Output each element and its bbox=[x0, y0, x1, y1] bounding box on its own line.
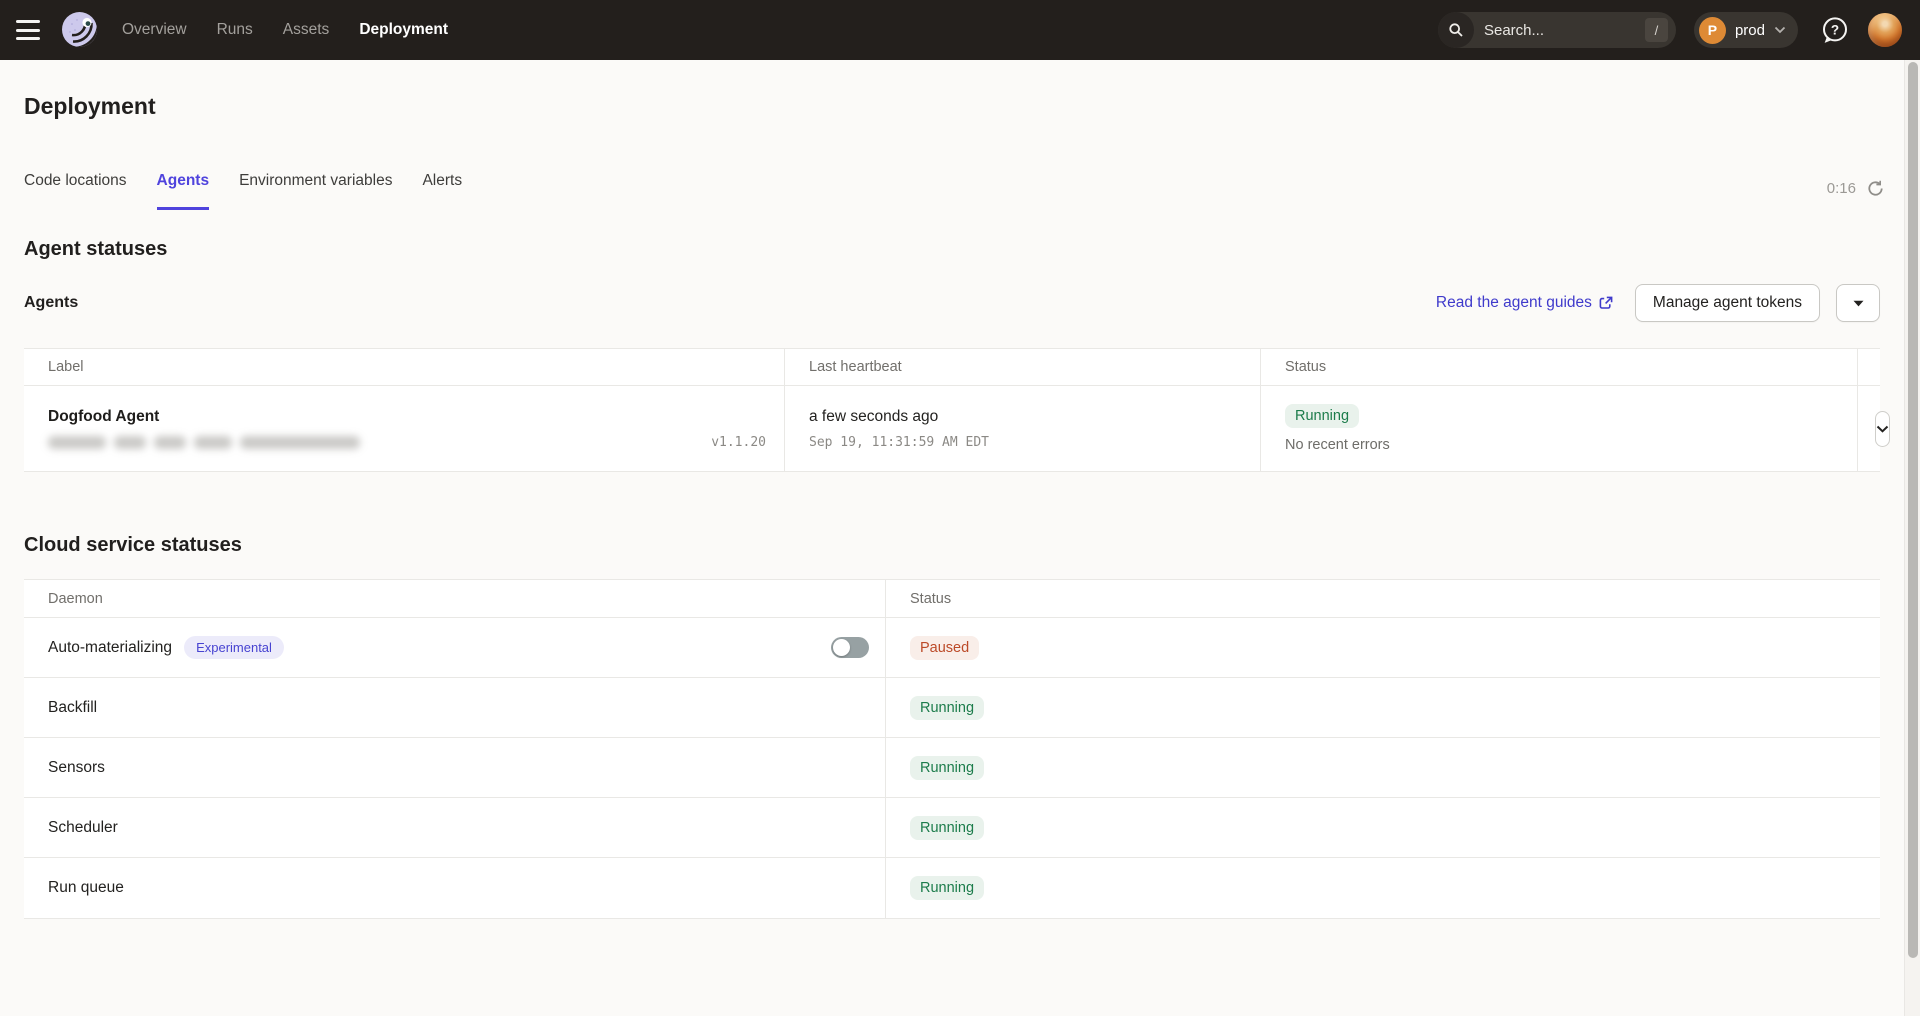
col-label: Label bbox=[24, 349, 784, 385]
deployment-switcher-label: prod bbox=[1735, 22, 1765, 39]
col-status: Status bbox=[1260, 349, 1857, 385]
daemon-status-badge: Running bbox=[910, 876, 984, 900]
chevron-down-icon bbox=[1876, 425, 1889, 433]
agents-subheading: Agents bbox=[24, 294, 78, 312]
deployment-tabs: Code locations Agents Environment variab… bbox=[24, 172, 1880, 210]
daemon-status-badge: Running bbox=[910, 816, 984, 840]
caret-down-icon bbox=[1853, 300, 1864, 307]
daemon-status-badge: Running bbox=[910, 696, 984, 720]
tab-agents[interactable]: Agents bbox=[157, 172, 210, 210]
daemon-row-auto-materializing: Auto-materializing Experimental Paused bbox=[24, 618, 1880, 678]
hamburger-icon[interactable] bbox=[16, 20, 42, 40]
daemon-row-backfill: Backfill Running bbox=[24, 678, 1880, 738]
daemon-status-badge: Running bbox=[910, 756, 984, 780]
tab-code-locations[interactable]: Code locations bbox=[24, 172, 127, 210]
agents-table: Label Last heartbeat Status Dogfood Agen… bbox=[24, 348, 1880, 472]
agent-tokens-menu-button[interactable] bbox=[1836, 284, 1880, 322]
daemon-name: Scheduler bbox=[48, 819, 118, 837]
col-last-heartbeat: Last heartbeat bbox=[784, 349, 1260, 385]
agent-guides-link[interactable]: Read the agent guides bbox=[1436, 294, 1613, 312]
daemon-row-scheduler: Scheduler Running bbox=[24, 798, 1880, 858]
refresh-timer: 0:16 bbox=[1827, 180, 1884, 197]
col-daemon: Daemon bbox=[24, 580, 885, 617]
scrollbar-track bbox=[1904, 60, 1920, 1016]
cloud-services-table: Daemon Status Auto-materializing Experim… bbox=[24, 579, 1880, 919]
tab-environment-variables[interactable]: Environment variables bbox=[239, 172, 392, 210]
daemon-name: Auto-materializing bbox=[48, 639, 172, 657]
auto-materializing-toggle[interactable] bbox=[831, 637, 869, 658]
experimental-badge: Experimental bbox=[184, 636, 284, 659]
agent-row: Dogfood Agent v1.1.20 a few seconds ago … bbox=[24, 386, 1880, 471]
agent-row-expand-button[interactable] bbox=[1875, 411, 1890, 447]
daemon-row-sensors: Sensors Running bbox=[24, 738, 1880, 798]
agent-guides-link-label: Read the agent guides bbox=[1436, 294, 1592, 312]
deployment-switcher[interactable]: P prod bbox=[1694, 12, 1798, 48]
daemon-name: Run queue bbox=[48, 879, 124, 897]
heartbeat-relative: a few seconds ago bbox=[809, 408, 1242, 426]
heartbeat-timestamp: Sep 19, 11:31:59 AM EDT bbox=[809, 435, 1242, 450]
external-link-icon bbox=[1599, 296, 1613, 310]
search-icon bbox=[1438, 12, 1474, 48]
user-avatar[interactable] bbox=[1868, 13, 1902, 47]
agent-version: v1.1.20 bbox=[711, 435, 766, 450]
dagster-logo[interactable] bbox=[60, 10, 100, 50]
search-shortcut-key: / bbox=[1645, 18, 1668, 42]
tab-alerts[interactable]: Alerts bbox=[422, 172, 462, 210]
daemon-name: Backfill bbox=[48, 699, 97, 717]
refresh-icon[interactable] bbox=[1867, 180, 1884, 197]
svg-text:?: ? bbox=[1831, 23, 1839, 38]
agent-errors-text: No recent errors bbox=[1285, 437, 1839, 453]
search-bar[interactable]: / bbox=[1438, 12, 1676, 48]
agent-status-badge: Running bbox=[1285, 404, 1359, 428]
cloud-service-statuses-heading: Cloud service statuses bbox=[24, 532, 1880, 558]
nav-deployment[interactable]: Deployment bbox=[359, 21, 448, 39]
deployment-initial-badge: P bbox=[1699, 17, 1726, 44]
search-input[interactable] bbox=[1484, 22, 1604, 39]
help-icon[interactable]: ? bbox=[1820, 15, 1850, 45]
nav-overview[interactable]: Overview bbox=[122, 21, 187, 39]
agent-statuses-heading: Agent statuses bbox=[24, 236, 1880, 262]
primary-nav: Overview Runs Assets Deployment bbox=[122, 21, 448, 39]
agent-name: Dogfood Agent bbox=[48, 408, 766, 426]
daemon-row-run-queue: Run queue Running bbox=[24, 858, 1880, 918]
manage-agent-tokens-button[interactable]: Manage agent tokens bbox=[1635, 284, 1820, 322]
deployment-page: Deployment Code locations Agents Environ… bbox=[0, 60, 1920, 1016]
daemon-name: Sensors bbox=[48, 759, 105, 777]
nav-runs[interactable]: Runs bbox=[217, 21, 253, 39]
scrollbar-thumb[interactable] bbox=[1908, 62, 1918, 958]
page-title: Deployment bbox=[24, 60, 1880, 122]
top-nav: Overview Runs Assets Deployment / P prod bbox=[0, 0, 1920, 60]
refresh-countdown: 0:16 bbox=[1827, 180, 1856, 197]
chevron-down-icon bbox=[1774, 26, 1786, 34]
nav-assets[interactable]: Assets bbox=[283, 21, 330, 39]
col-daemon-status: Status bbox=[885, 580, 1880, 617]
agent-id-redacted bbox=[48, 436, 360, 449]
daemon-status-badge: Paused bbox=[910, 636, 979, 660]
